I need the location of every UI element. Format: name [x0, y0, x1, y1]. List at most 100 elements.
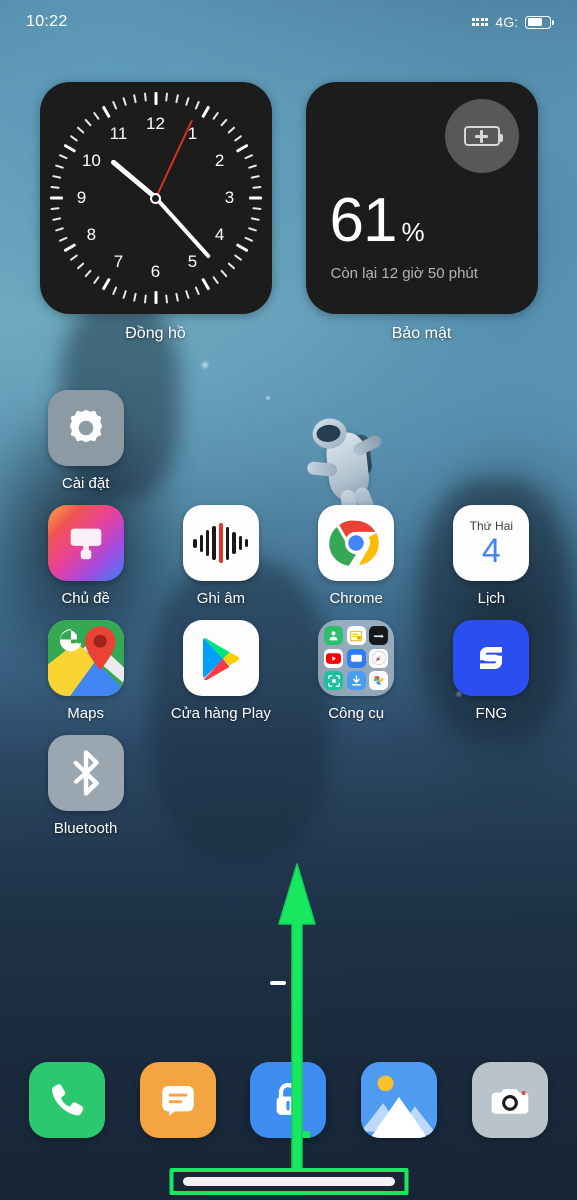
camera-icon[interactable]: [471, 1062, 548, 1138]
clock-tick: [92, 111, 100, 121]
clock-tick: [83, 269, 92, 278]
signal-dots-icon: [471, 18, 489, 26]
app-settings[interactable]: Cài đặt: [18, 390, 153, 492]
clock-widget[interactable]: 12 1 2 3 4 5 6 7 8 9 10 11 Đồng hồ: [39, 82, 272, 343]
app-row: Chủ đề Ghi âm Chrome Thứ Hai 4 Lịch: [18, 505, 559, 607]
clock-tick: [101, 277, 111, 291]
clock-widget-label: Đồng hồ: [125, 325, 186, 342]
clock-tick: [248, 196, 262, 200]
message-icon-glyph: [162, 1086, 194, 1116]
calendar-day-number: 4: [481, 531, 501, 570]
clock-hour-number: 2: [214, 151, 225, 170]
clock-tick: [184, 96, 190, 107]
clock-tick: [194, 286, 200, 296]
battery-widget-card[interactable]: 61 % Còn lại 12 giờ 50 phút: [305, 82, 538, 314]
clock-tick: [49, 185, 60, 189]
dark-app-icon: [369, 626, 389, 645]
app-row: Cài đặt: [18, 390, 559, 492]
camera-icon-glyph: [491, 1089, 529, 1114]
play-store-icon-glyph: [202, 638, 240, 681]
network-type-label: 4G:: [495, 14, 518, 30]
clock-tick: [49, 207, 60, 211]
clock-tick: [233, 134, 242, 142]
clock-tick: [247, 227, 257, 232]
app-bluetooth[interactable]: Bluetooth: [18, 735, 153, 837]
clock-tick: [62, 243, 76, 253]
clock-tick: [235, 243, 249, 253]
folder-icon[interactable]: [318, 620, 395, 696]
clock-tick: [247, 164, 257, 169]
battery-icon: [525, 15, 555, 29]
clock-hour-number: 11: [109, 123, 128, 143]
clock-tick: [243, 153, 253, 160]
chrome-icon-glyph: [329, 520, 379, 566]
bluetooth-icon[interactable]: [47, 735, 124, 811]
app-maps[interactable]: Maps: [18, 620, 153, 722]
clock-tick: [184, 289, 190, 300]
paint-brush-icon-glyph: [70, 528, 101, 560]
gallery-icon[interactable]: [361, 1062, 438, 1138]
gesture-navigation-bar[interactable]: [182, 1177, 395, 1186]
clock-tick: [164, 92, 168, 102]
gear-icon[interactable]: [47, 390, 124, 466]
app-label: Lịch: [477, 590, 506, 607]
app-label: Chrome: [329, 590, 383, 607]
pinwheel-icon: [369, 671, 389, 690]
calendar-day-of-week: Thứ Hai: [469, 518, 514, 533]
clock-tick: [51, 174, 61, 179]
app-play-store[interactable]: Cửa hàng Play: [153, 620, 288, 722]
app-folder-tools[interactable]: Công cụ: [289, 620, 424, 722]
app-fng[interactable]: FNG: [424, 620, 559, 722]
gallery-icon-glyph: [361, 1062, 438, 1138]
app-themes[interactable]: Chủ đề: [18, 505, 153, 607]
app-chrome[interactable]: Chrome: [289, 505, 424, 607]
bluetooth-icon-glyph: [73, 750, 99, 796]
clock-tick: [143, 294, 147, 304]
clock-tick: [251, 207, 262, 211]
app-label: Cài đặt: [61, 475, 110, 492]
google-maps-icon[interactable]: [47, 620, 124, 696]
clock-tick: [111, 100, 117, 110]
calendar-icon[interactable]: Thứ Hai 4: [453, 505, 530, 581]
clock-hour-number: 12: [146, 114, 165, 133]
clock-tick: [76, 262, 85, 270]
paint-brush-icon[interactable]: [47, 505, 124, 581]
app-calendar[interactable]: Thứ Hai 4 Lịch: [424, 505, 559, 607]
fng-logo-icon[interactable]: [453, 620, 530, 696]
clock-tick: [211, 275, 219, 285]
play-store-icon[interactable]: [182, 620, 259, 696]
clock-tick: [111, 286, 117, 296]
clock-tick: [219, 118, 228, 127]
clock-tick: [250, 217, 260, 222]
clock-hour-number: 10: [81, 151, 101, 170]
clock-hour-number: 5: [187, 252, 198, 272]
app-row: Bluetooth: [18, 735, 559, 837]
app-recorder[interactable]: Ghi âm: [153, 505, 288, 607]
app-label: FNG: [475, 705, 508, 722]
clock-hour-number: 8: [86, 225, 97, 244]
clock-tick: [154, 291, 157, 304]
clock-widget-card[interactable]: 12 1 2 3 4 5 6 7 8 9 10 11: [39, 82, 272, 314]
calendar-icon-glyph: Thứ Hai 4: [453, 505, 529, 581]
google-maps-icon-glyph: [47, 620, 124, 696]
clock-tick: [164, 294, 168, 304]
clock-tick: [121, 289, 127, 300]
phone-icon-glyph: [52, 1084, 84, 1116]
contacts-icon: [324, 626, 344, 645]
battery-widget[interactable]: 61 % Còn lại 12 giờ 50 phút Bảo mật: [305, 82, 538, 343]
phone-icon[interactable]: [29, 1062, 106, 1138]
app-grid: Cài đặt Chủ đề Ghi âm Chrome Thứ Hai 4 L…: [0, 390, 577, 850]
clock-tick: [51, 217, 61, 222]
waveform-icon[interactable]: [182, 505, 259, 581]
message-icon[interactable]: [139, 1062, 216, 1138]
clock-tick: [243, 236, 253, 243]
widget-row: 12 1 2 3 4 5 6 7 8 9 10 11 Đồng hồ 61 % Còn lại 12 …: [0, 82, 577, 343]
clock-tick: [92, 275, 100, 285]
clock-tick: [76, 126, 85, 134]
gear-icon-glyph: [69, 409, 102, 443]
clock-tick: [200, 277, 210, 291]
status-bar: 10:22 4G:: [0, 0, 577, 44]
app-label: Cửa hàng Play: [170, 705, 271, 722]
annotation-dot: [303, 1131, 310, 1138]
chrome-icon[interactable]: [318, 505, 395, 581]
